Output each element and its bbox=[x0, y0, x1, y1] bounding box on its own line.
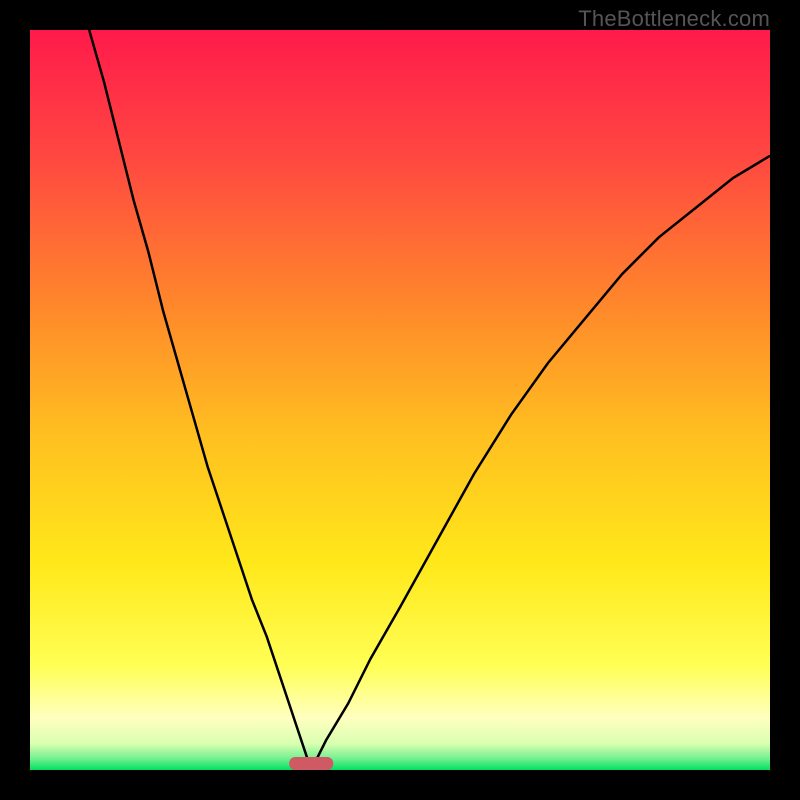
watermark-text: TheBottleneck.com bbox=[578, 6, 770, 32]
plot-svg bbox=[30, 30, 770, 770]
minimum-marker bbox=[289, 757, 333, 770]
chart-frame: TheBottleneck.com bbox=[0, 0, 800, 800]
gradient-background bbox=[30, 30, 770, 770]
plot-area bbox=[30, 30, 770, 770]
